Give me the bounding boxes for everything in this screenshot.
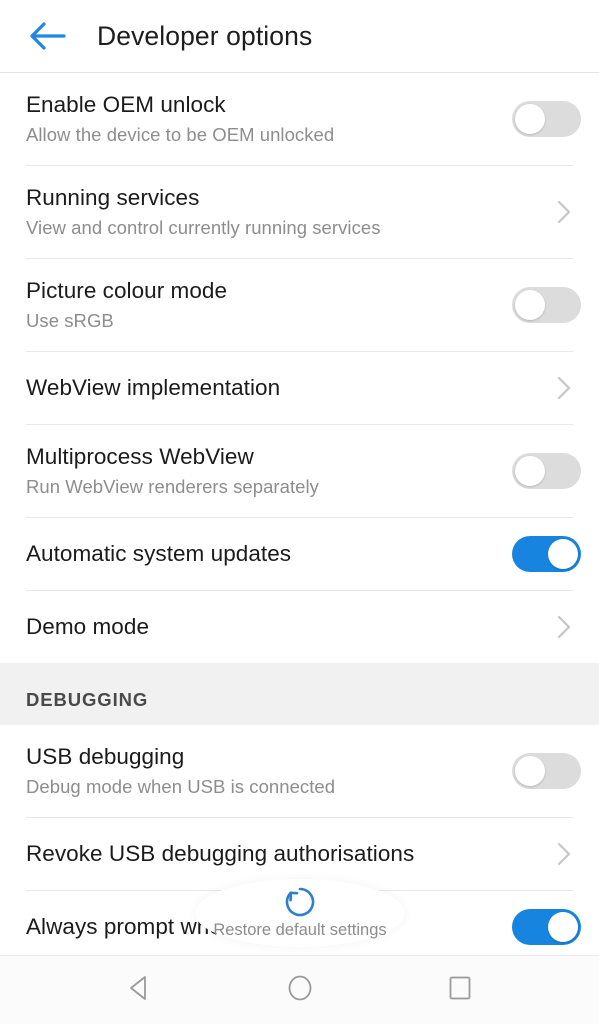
- list-item[interactable]: WebView implementation: [0, 352, 599, 424]
- row-title: Enable OEM unlock: [26, 90, 499, 120]
- row-title: USB debugging: [26, 742, 499, 772]
- section-header-label: DEBUGGING: [26, 689, 148, 711]
- toggle-knob: [515, 456, 545, 486]
- restore-default-settings-toast: Restore default settings: [195, 879, 405, 947]
- arrow-left-icon: [28, 19, 68, 53]
- nav-home-button[interactable]: [244, 956, 356, 1024]
- row-accessory: [499, 101, 581, 137]
- developer-options-screen: Developer options Enable OEM unlock Allo…: [0, 0, 599, 1024]
- list-item[interactable]: USB debugging Debug mode when USB is con…: [0, 725, 599, 817]
- toggle-automatic-system-updates[interactable]: [512, 536, 581, 572]
- toggle-enable-oem-unlock[interactable]: [512, 101, 581, 137]
- list-item[interactable]: Multiprocess WebView Run WebView rendere…: [0, 425, 599, 517]
- back-button[interactable]: [18, 6, 78, 66]
- list-item[interactable]: Running services View and control curren…: [0, 166, 599, 258]
- row-accessory: [499, 199, 581, 225]
- row-title: Revoke USB debugging authorisations: [26, 839, 499, 869]
- row-text-block: Automatic system updates: [26, 525, 499, 583]
- list-item[interactable]: Enable OEM unlock Allow the device to be…: [0, 73, 599, 165]
- toast-label: Restore default settings: [213, 921, 386, 940]
- row-title: Demo mode: [26, 612, 499, 642]
- row-accessory: [499, 909, 581, 945]
- row-text-block: Running services View and control curren…: [26, 169, 499, 255]
- row-subtitle: Allow the device to be OEM unlocked: [26, 122, 499, 148]
- toggle-multiprocess-webview[interactable]: [512, 453, 581, 489]
- row-title: WebView implementation: [26, 373, 499, 403]
- screen-content: Developer options Enable OEM unlock Allo…: [0, 0, 599, 955]
- chevron-right-icon[interactable]: [551, 199, 577, 225]
- row-accessory: [499, 375, 581, 401]
- toggle-usb-debugging[interactable]: [512, 753, 581, 789]
- list-item[interactable]: Demo mode: [0, 591, 599, 663]
- row-title: Multiprocess WebView: [26, 442, 499, 472]
- nav-recents-button[interactable]: [404, 956, 516, 1024]
- toggle-knob: [548, 912, 578, 942]
- row-text-block: WebView implementation: [26, 359, 499, 417]
- section-header-debugging: DEBUGGING: [0, 663, 599, 725]
- row-text-block: Revoke USB debugging authorisations: [26, 825, 499, 883]
- toggle-knob: [548, 539, 578, 569]
- row-title: Running services: [26, 183, 499, 213]
- restore-circular-arrow-icon: [283, 885, 317, 919]
- row-text-block: Demo mode: [26, 598, 499, 656]
- chevron-right-icon[interactable]: [551, 614, 577, 640]
- toggle-knob: [515, 290, 545, 320]
- nav-back-triangle-icon: [125, 973, 155, 1008]
- row-text-block: Enable OEM unlock Allow the device to be…: [26, 76, 499, 162]
- row-title: Automatic system updates: [26, 539, 499, 569]
- row-accessory: [499, 536, 581, 572]
- toggle-always-prompt[interactable]: [512, 909, 581, 945]
- row-accessory: [499, 614, 581, 640]
- chevron-right-icon[interactable]: [551, 841, 577, 867]
- row-accessory: [499, 453, 581, 489]
- row-accessory: [499, 753, 581, 789]
- row-subtitle: Run WebView renderers separately: [26, 474, 499, 500]
- settings-list: Enable OEM unlock Allow the device to be…: [0, 73, 599, 955]
- row-text-block: Picture colour mode Use sRGB: [26, 262, 499, 348]
- row-subtitle: Debug mode when USB is connected: [26, 774, 499, 800]
- list-item[interactable]: Automatic system updates: [0, 518, 599, 590]
- row-title: Picture colour mode: [26, 276, 499, 306]
- row-accessory: [499, 841, 581, 867]
- chevron-right-icon[interactable]: [551, 375, 577, 401]
- row-text-block: Multiprocess WebView Run WebView rendere…: [26, 428, 499, 514]
- nav-recents-square-icon: [445, 973, 475, 1008]
- system-navigation-bar: [0, 955, 599, 1024]
- toggle-knob: [515, 104, 545, 134]
- row-subtitle: View and control currently running servi…: [26, 215, 499, 241]
- nav-home-circle-icon: [285, 973, 315, 1008]
- nav-back-button[interactable]: [84, 956, 196, 1024]
- toggle-knob: [515, 756, 545, 786]
- toggle-picture-colour-mode[interactable]: [512, 287, 581, 323]
- row-accessory: [499, 287, 581, 323]
- row-subtitle: Use sRGB: [26, 308, 499, 334]
- page-title: Developer options: [97, 21, 312, 52]
- row-text-block: USB debugging Debug mode when USB is con…: [26, 728, 499, 814]
- app-bar: Developer options: [0, 0, 599, 73]
- list-item[interactable]: Picture colour mode Use sRGB: [0, 259, 599, 351]
